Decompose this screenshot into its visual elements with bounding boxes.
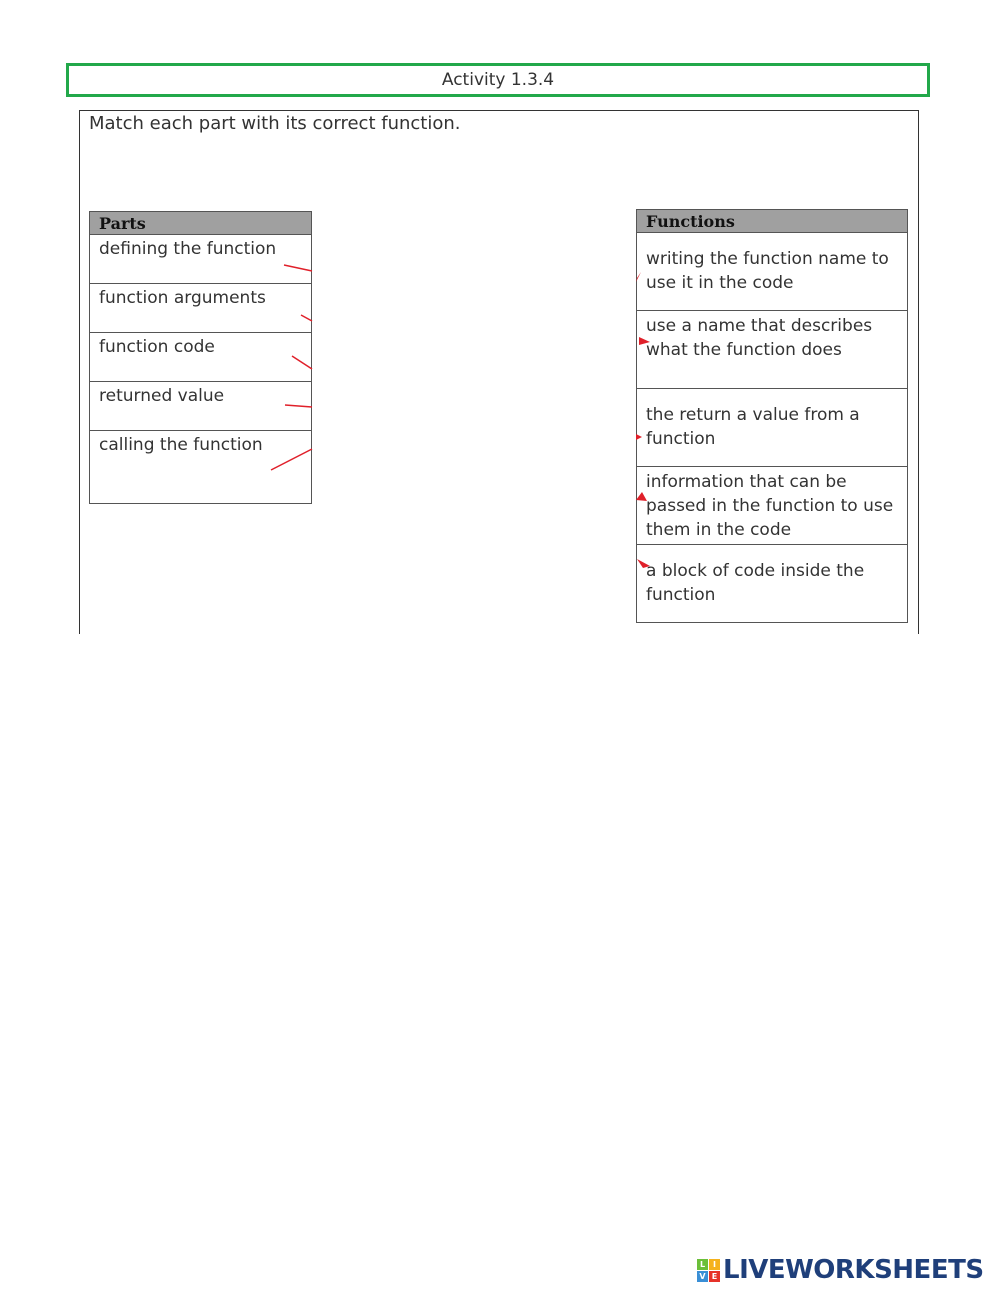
part-item[interactable]: defining the function	[89, 234, 312, 284]
logo-square: I	[709, 1258, 720, 1270]
function-item[interactable]: the return a value from a function	[636, 388, 908, 467]
part-item[interactable]: function arguments	[89, 283, 312, 333]
function-item[interactable]: information that can be passed in the fu…	[636, 466, 908, 545]
functions-table: Functions writing the function name to u…	[636, 209, 908, 623]
activity-title: Activity 1.3.4	[441, 70, 555, 90]
parts-header: Parts	[89, 211, 312, 235]
liveworksheets-logo: L I V E LIVEWORKSHEETS	[697, 1255, 984, 1285]
part-item[interactable]: function code	[89, 332, 312, 382]
parts-table: Parts defining the function function arg…	[89, 211, 312, 504]
instruction-text: Match each part with its correct functio…	[89, 113, 461, 134]
logo-square: L	[697, 1258, 708, 1270]
part-item[interactable]: calling the function	[89, 430, 312, 504]
activity-title-bar: Activity 1.3.4	[66, 63, 930, 97]
functions-header: Functions	[636, 209, 908, 233]
function-item[interactable]: use a name that describes what the funct…	[636, 310, 908, 389]
logo-square: E	[709, 1270, 720, 1282]
logo-text: LIVEWORKSHEETS	[723, 1255, 984, 1285]
function-item[interactable]: a block of code inside the function	[636, 544, 908, 623]
logo-squares-icon: L I V E	[697, 1258, 720, 1282]
logo-square: V	[697, 1270, 708, 1282]
part-item[interactable]: returned value	[89, 381, 312, 431]
function-item[interactable]: writing the function name to use it in t…	[636, 232, 908, 311]
